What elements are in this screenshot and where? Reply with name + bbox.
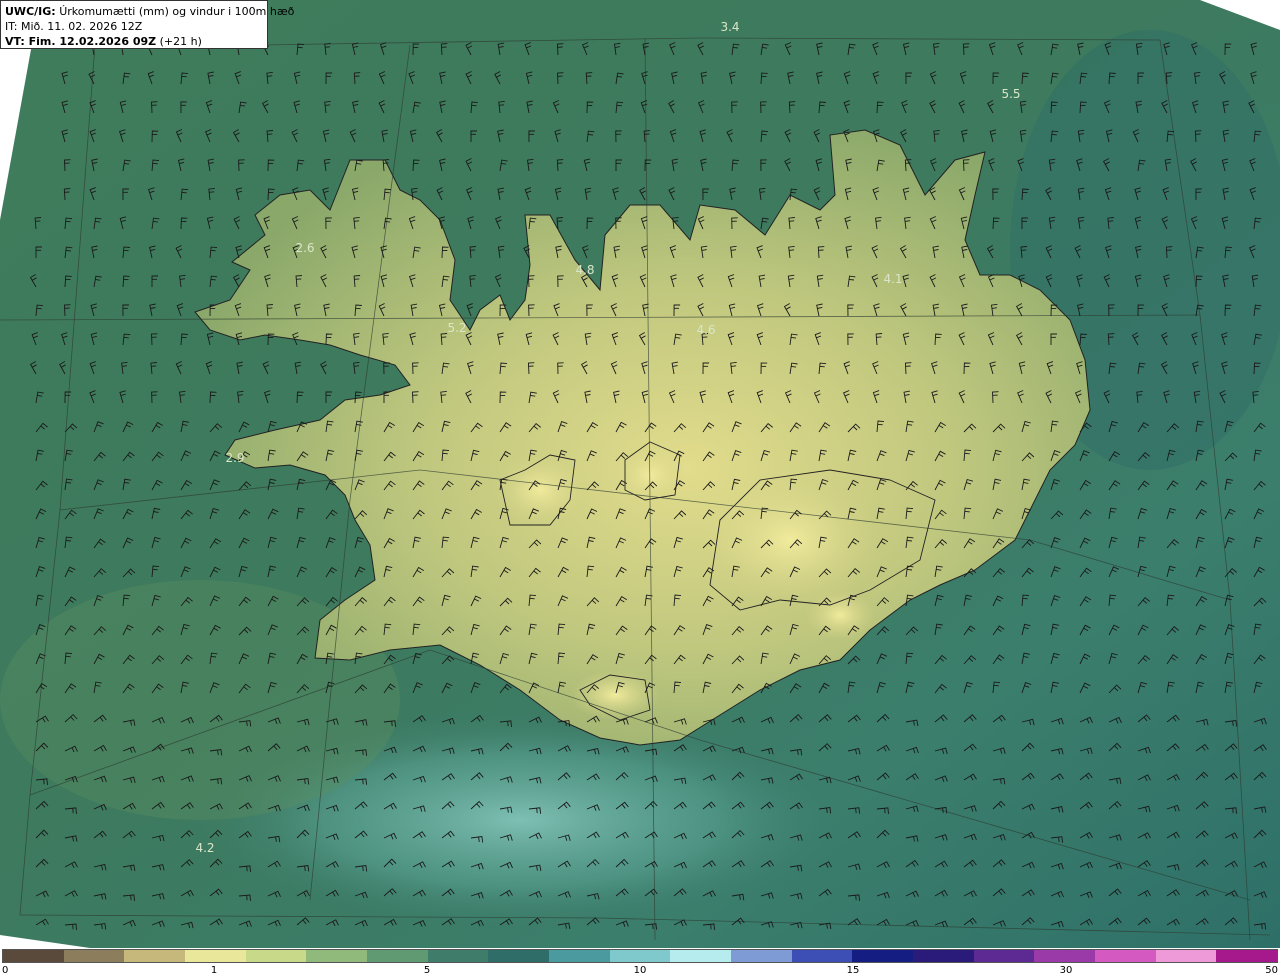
colorbar-segment xyxy=(852,950,914,962)
product-description: Úrkomumætti (mm) og vindur i 100m hæð xyxy=(59,5,295,18)
value-label: 4.2 xyxy=(195,841,215,855)
colorbar-segment xyxy=(1095,950,1156,962)
colorbar-strip xyxy=(2,949,1278,963)
colorbar-tick: 50 xyxy=(1265,965,1278,976)
value-label: 5.5 xyxy=(1001,87,1021,101)
colorbar-tick: 30 xyxy=(1059,965,1073,976)
colorbar-tick: 15 xyxy=(846,965,860,976)
colorbar-segment xyxy=(367,950,428,962)
value-label: 2.6 xyxy=(295,241,315,255)
colorbar-segment xyxy=(3,950,64,962)
colorbar-segment xyxy=(731,950,792,962)
value-label: 3.4 xyxy=(720,20,740,34)
colorbar-tick: 0 xyxy=(2,965,9,976)
colorbar-tick: 5 xyxy=(423,965,431,976)
colorbar-segment xyxy=(913,950,974,962)
value-label: 2.9 xyxy=(225,451,245,465)
colorbar-segment xyxy=(245,950,307,962)
colorbar: 0 1 5 10 15 30 50 xyxy=(0,948,1280,978)
colorbar-tick: 10 xyxy=(633,965,647,976)
model-name: UWC/IG: xyxy=(5,5,56,18)
colorbar-segment xyxy=(124,950,186,962)
value-label: 4.8 xyxy=(575,263,595,277)
colorbar-segment xyxy=(791,950,853,962)
value-label: 5.2 xyxy=(447,321,467,335)
colorbar-segment xyxy=(63,950,125,962)
forecast-map xyxy=(0,0,1280,948)
value-label: 4.1 xyxy=(883,272,903,286)
colorbar-segment xyxy=(1155,950,1217,962)
colorbar-segment xyxy=(549,950,610,962)
colorbar-segment xyxy=(1034,950,1096,962)
colorbar-segment xyxy=(185,950,246,962)
colorbar-segment xyxy=(306,950,368,962)
colorbar-segment xyxy=(1216,950,1278,962)
colorbar-segment xyxy=(488,950,550,962)
colorbar-segment xyxy=(973,950,1035,962)
valid-time: VT: Fim. 12.02.2026 09Z xyxy=(5,35,157,48)
value-label: 4.6 xyxy=(696,323,716,337)
title-box: UWC/IG: Úrkomumætti (mm) og vindur i 100… xyxy=(0,0,294,49)
colorbar-tick: 1 xyxy=(210,965,218,976)
init-time: IT: Mið. 11. 02. 2026 12Z xyxy=(5,20,143,33)
colorbar-segment xyxy=(609,950,671,962)
colorbar-segment xyxy=(670,950,732,962)
colorbar-segment xyxy=(427,950,489,962)
lead-time: (+21 h) xyxy=(159,35,202,48)
